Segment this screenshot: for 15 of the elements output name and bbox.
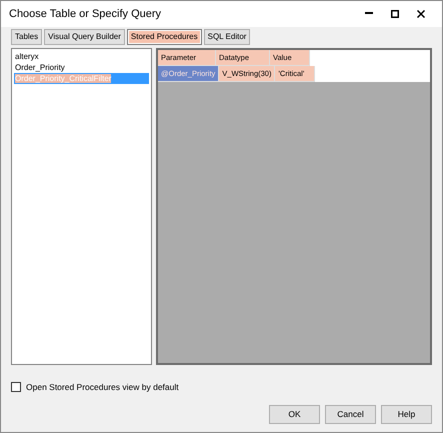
close-icon[interactable] (417, 10, 425, 18)
tab[interactable]: Tables (11, 29, 42, 45)
dialog-button[interactable]: OK (269, 405, 320, 424)
window-title: Choose Table or Specify Query (9, 6, 162, 22)
tab[interactable]: SQL Editor (204, 29, 250, 45)
dialog-button[interactable]: Cancel (325, 405, 376, 424)
dialog-button[interactable]: Help (381, 405, 432, 424)
checkbox[interactable] (11, 382, 21, 392)
procedure-item[interactable]: alteryx (14, 51, 149, 62)
procedure-item[interactable]: Order_Priority (14, 62, 149, 73)
minimize-icon[interactable] (365, 12, 373, 16)
checkbox-label: Open Stored Procedures view by default (26, 381, 179, 394)
maximize-icon[interactable] (391, 10, 399, 18)
tab[interactable]: Stored Procedures (126, 29, 202, 45)
tab[interactable]: Visual Query Builder (44, 29, 125, 45)
